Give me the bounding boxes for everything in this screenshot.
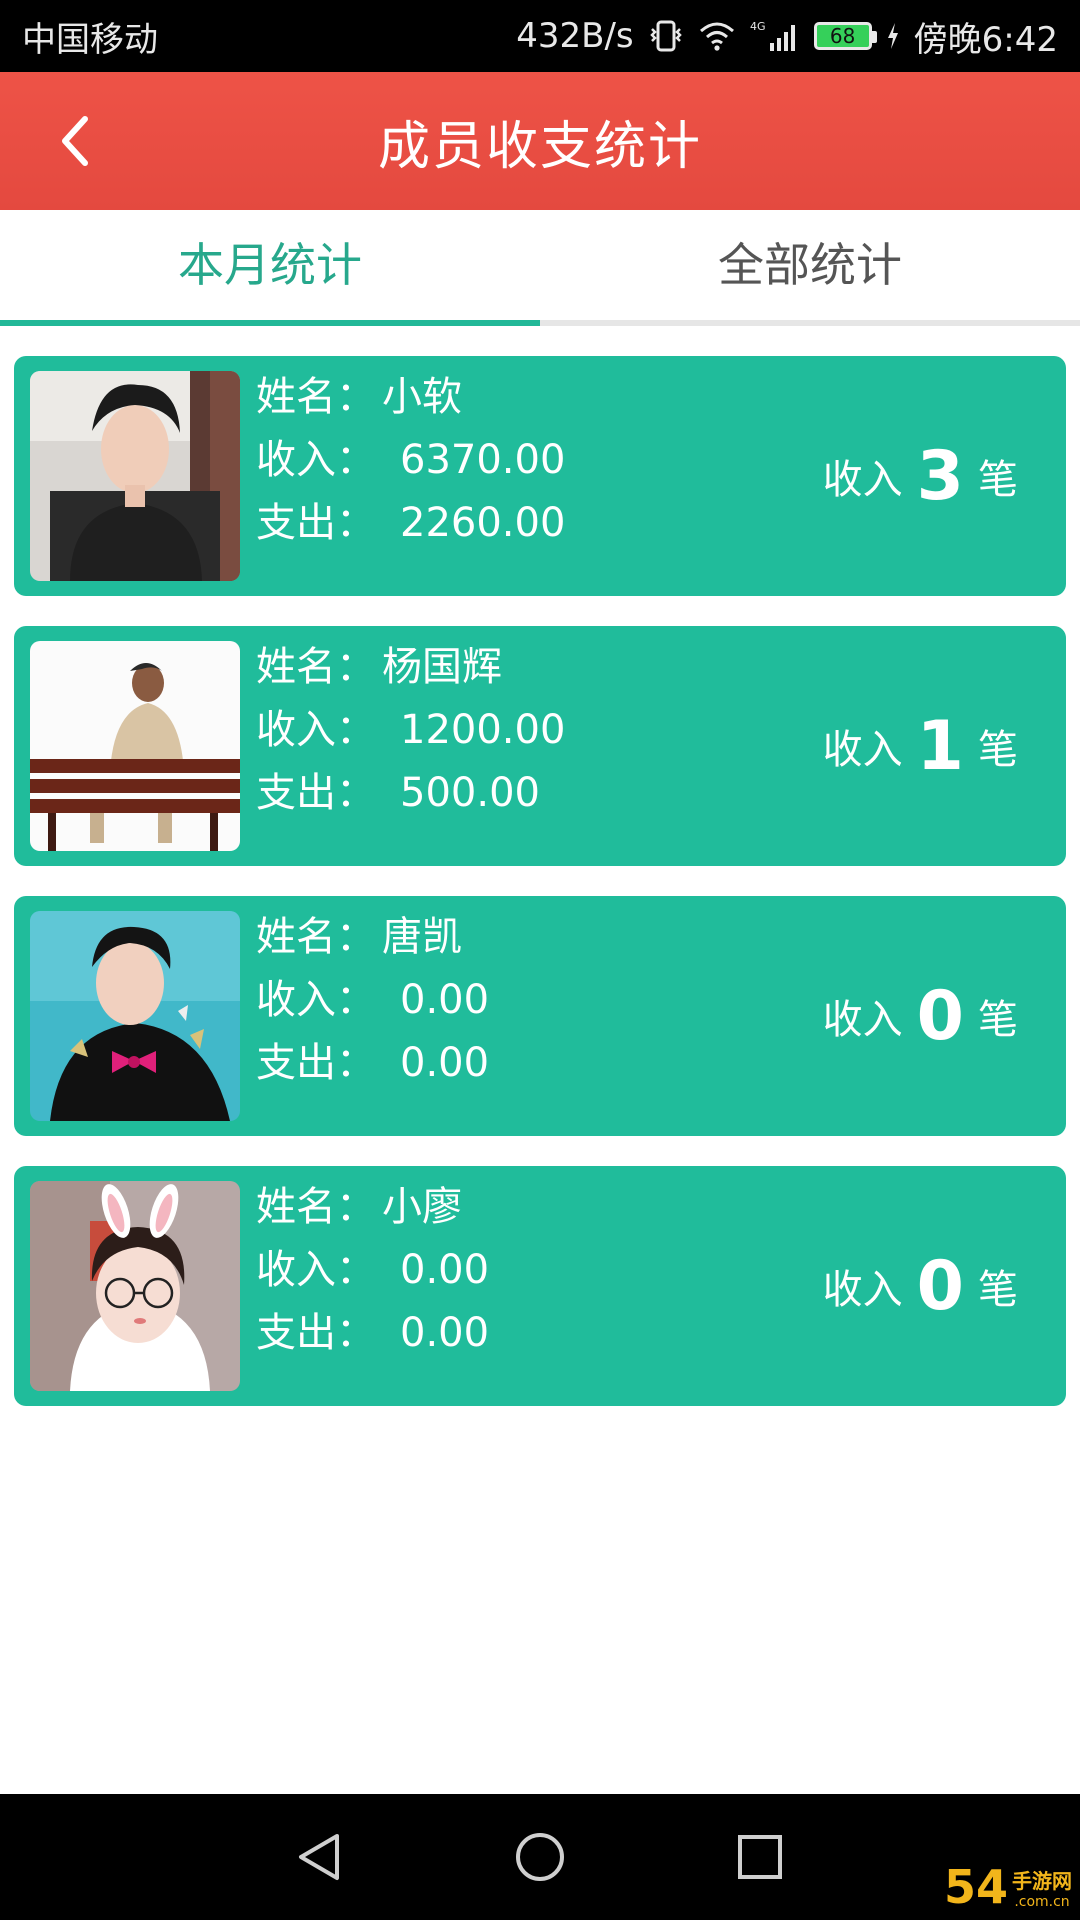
count-number: 0 <box>916 1246 964 1326</box>
carrier-label: 中国移动 <box>22 19 158 60</box>
tab-this-month[interactable]: 本月统计 <box>0 210 540 326</box>
network-type-label: 4G <box>750 20 766 33</box>
member-card[interactable]: 姓名： 小软 收入： 6370.00 支出： 2260.00 收入 3 笔 <box>14 356 1066 596</box>
income-label: 收入： <box>256 977 376 1023</box>
expense-value: 2260.00 <box>400 500 566 546</box>
tab-all[interactable]: 全部统计 <box>540 210 1080 326</box>
name-row: 姓名： 小软 <box>256 366 565 429</box>
member-card[interactable]: 姓名： 杨国辉 收入： 1200.00 支出： 500.00 收入 1 笔 <box>14 626 1066 866</box>
member-info: 姓名： 唐凯 收入： 0.00 支出： 0.00 <box>256 906 489 1095</box>
vibrate-icon <box>648 19 684 53</box>
page-title: 成员收支统计 <box>377 116 702 177</box>
income-row: 收入： 0.00 <box>256 969 489 1032</box>
back-button[interactable] <box>40 106 110 176</box>
avatar <box>30 371 240 581</box>
count-prefix: 收入 <box>822 727 903 773</box>
signal-icon: 4G <box>750 19 800 53</box>
income-count: 收入 3 笔 <box>823 356 1018 596</box>
income-count: 收入 1 笔 <box>823 626 1018 866</box>
network-speed: 432B/s <box>516 16 634 56</box>
expense-value: 0.00 <box>400 1310 490 1356</box>
status-bar: 中国移动 432B/s 4G 68 傍晚6:42 <box>0 0 1080 72</box>
system-nav-bar: 54 手游网 .com.cn <box>0 1794 1080 1920</box>
member-name: 小廖 <box>382 1184 462 1230</box>
clock-time: 傍晚6:42 <box>913 19 1058 60</box>
expense-label: 支出： <box>256 1310 376 1356</box>
name-row: 姓名： 杨国辉 <box>256 636 565 699</box>
member-name: 小软 <box>382 374 462 420</box>
member-card[interactable]: 姓名： 唐凯 收入： 0.00 支出： 0.00 收入 0 笔 <box>14 896 1066 1136</box>
back-triangle-icon[interactable] <box>285 1822 355 1892</box>
battery-level: 68 <box>829 24 856 48</box>
watermark-line2: .com.cn <box>1014 1894 1070 1910</box>
income-value: 0.00 <box>400 1247 490 1293</box>
watermark-text: 手游网 .com.cn <box>1012 1865 1072 1910</box>
avatar <box>30 1181 240 1391</box>
income-row: 收入： 1200.00 <box>256 699 565 762</box>
app-header: 成员收支统计 <box>0 72 1080 210</box>
tab-bar: 本月统计 全部统计 <box>0 210 1080 326</box>
expense-label: 支出： <box>256 1040 376 1086</box>
name-label: 姓名： <box>256 644 376 690</box>
avatar <box>30 641 240 851</box>
income-value: 6370.00 <box>400 437 566 483</box>
name-label: 姓名： <box>256 1184 376 1230</box>
count-prefix: 收入 <box>822 1267 903 1313</box>
count-number: 1 <box>916 706 964 786</box>
member-name: 唐凯 <box>382 914 462 960</box>
count-suffix: 笔 <box>978 997 1018 1043</box>
income-count: 收入 0 笔 <box>823 1166 1018 1406</box>
count-suffix: 笔 <box>978 727 1018 773</box>
expense-value: 500.00 <box>400 770 540 816</box>
income-value: 1200.00 <box>400 707 566 753</box>
chevron-left-icon <box>62 116 88 166</box>
member-info: 姓名： 小廖 收入： 0.00 支出： 0.00 <box>256 1176 489 1365</box>
screen: 中国移动 432B/s 4G 68 傍晚6:42 成员收支统计 本月统计 全部统… <box>0 0 1080 1920</box>
member-card[interactable]: 姓名： 小廖 收入： 0.00 支出： 0.00 收入 0 笔 <box>14 1166 1066 1406</box>
income-label: 收入： <box>256 707 376 753</box>
home-circle-icon[interactable] <box>505 1822 575 1892</box>
recents-square-icon[interactable] <box>725 1822 795 1892</box>
expense-row: 支出： 0.00 <box>256 1302 489 1365</box>
expense-row: 支出： 0.00 <box>256 1032 489 1095</box>
status-right: 432B/s 4G 68 傍晚6:42 <box>516 12 1058 61</box>
watermark-logo: 54 手游网 .com.cn <box>944 1864 1072 1910</box>
expense-row: 支出： 2260.00 <box>256 492 565 555</box>
count-suffix: 笔 <box>978 457 1018 503</box>
member-info: 姓名： 小软 收入： 6370.00 支出： 2260.00 <box>256 366 565 555</box>
count-suffix: 笔 <box>978 1267 1018 1313</box>
battery-icon: 68 <box>813 22 877 50</box>
income-label: 收入： <box>256 437 376 483</box>
wifi-icon <box>698 21 736 51</box>
watermark-brand: 54 <box>943 1860 1008 1914</box>
count-number: 0 <box>916 976 964 1056</box>
expense-row: 支出： 500.00 <box>256 762 565 825</box>
member-info: 姓名： 杨国辉 收入： 1200.00 支出： 500.00 <box>256 636 565 825</box>
member-name: 杨国辉 <box>382 644 502 690</box>
expense-label: 支出： <box>256 770 376 816</box>
count-prefix: 收入 <box>822 997 903 1043</box>
name-row: 姓名： 小廖 <box>256 1176 489 1239</box>
name-row: 姓名： 唐凯 <box>256 906 489 969</box>
count-number: 3 <box>916 436 964 516</box>
watermark-line1: 手游网 <box>1012 1869 1072 1893</box>
income-row: 收入： 0.00 <box>256 1239 489 1302</box>
tab-indicator <box>0 320 540 326</box>
income-count: 收入 0 笔 <box>823 896 1018 1136</box>
income-value: 0.00 <box>400 977 490 1023</box>
expense-value: 0.00 <box>400 1040 490 1086</box>
avatar <box>30 911 240 1121</box>
member-list: 姓名： 小软 收入： 6370.00 支出： 2260.00 收入 3 笔 姓名… <box>14 356 1066 1436</box>
income-label: 收入： <box>256 1247 376 1293</box>
expense-label: 支出： <box>256 500 376 546</box>
count-prefix: 收入 <box>822 457 903 503</box>
income-row: 收入： 6370.00 <box>256 429 565 492</box>
name-label: 姓名： <box>256 914 376 960</box>
charging-icon <box>886 22 900 50</box>
name-label: 姓名： <box>256 374 376 420</box>
